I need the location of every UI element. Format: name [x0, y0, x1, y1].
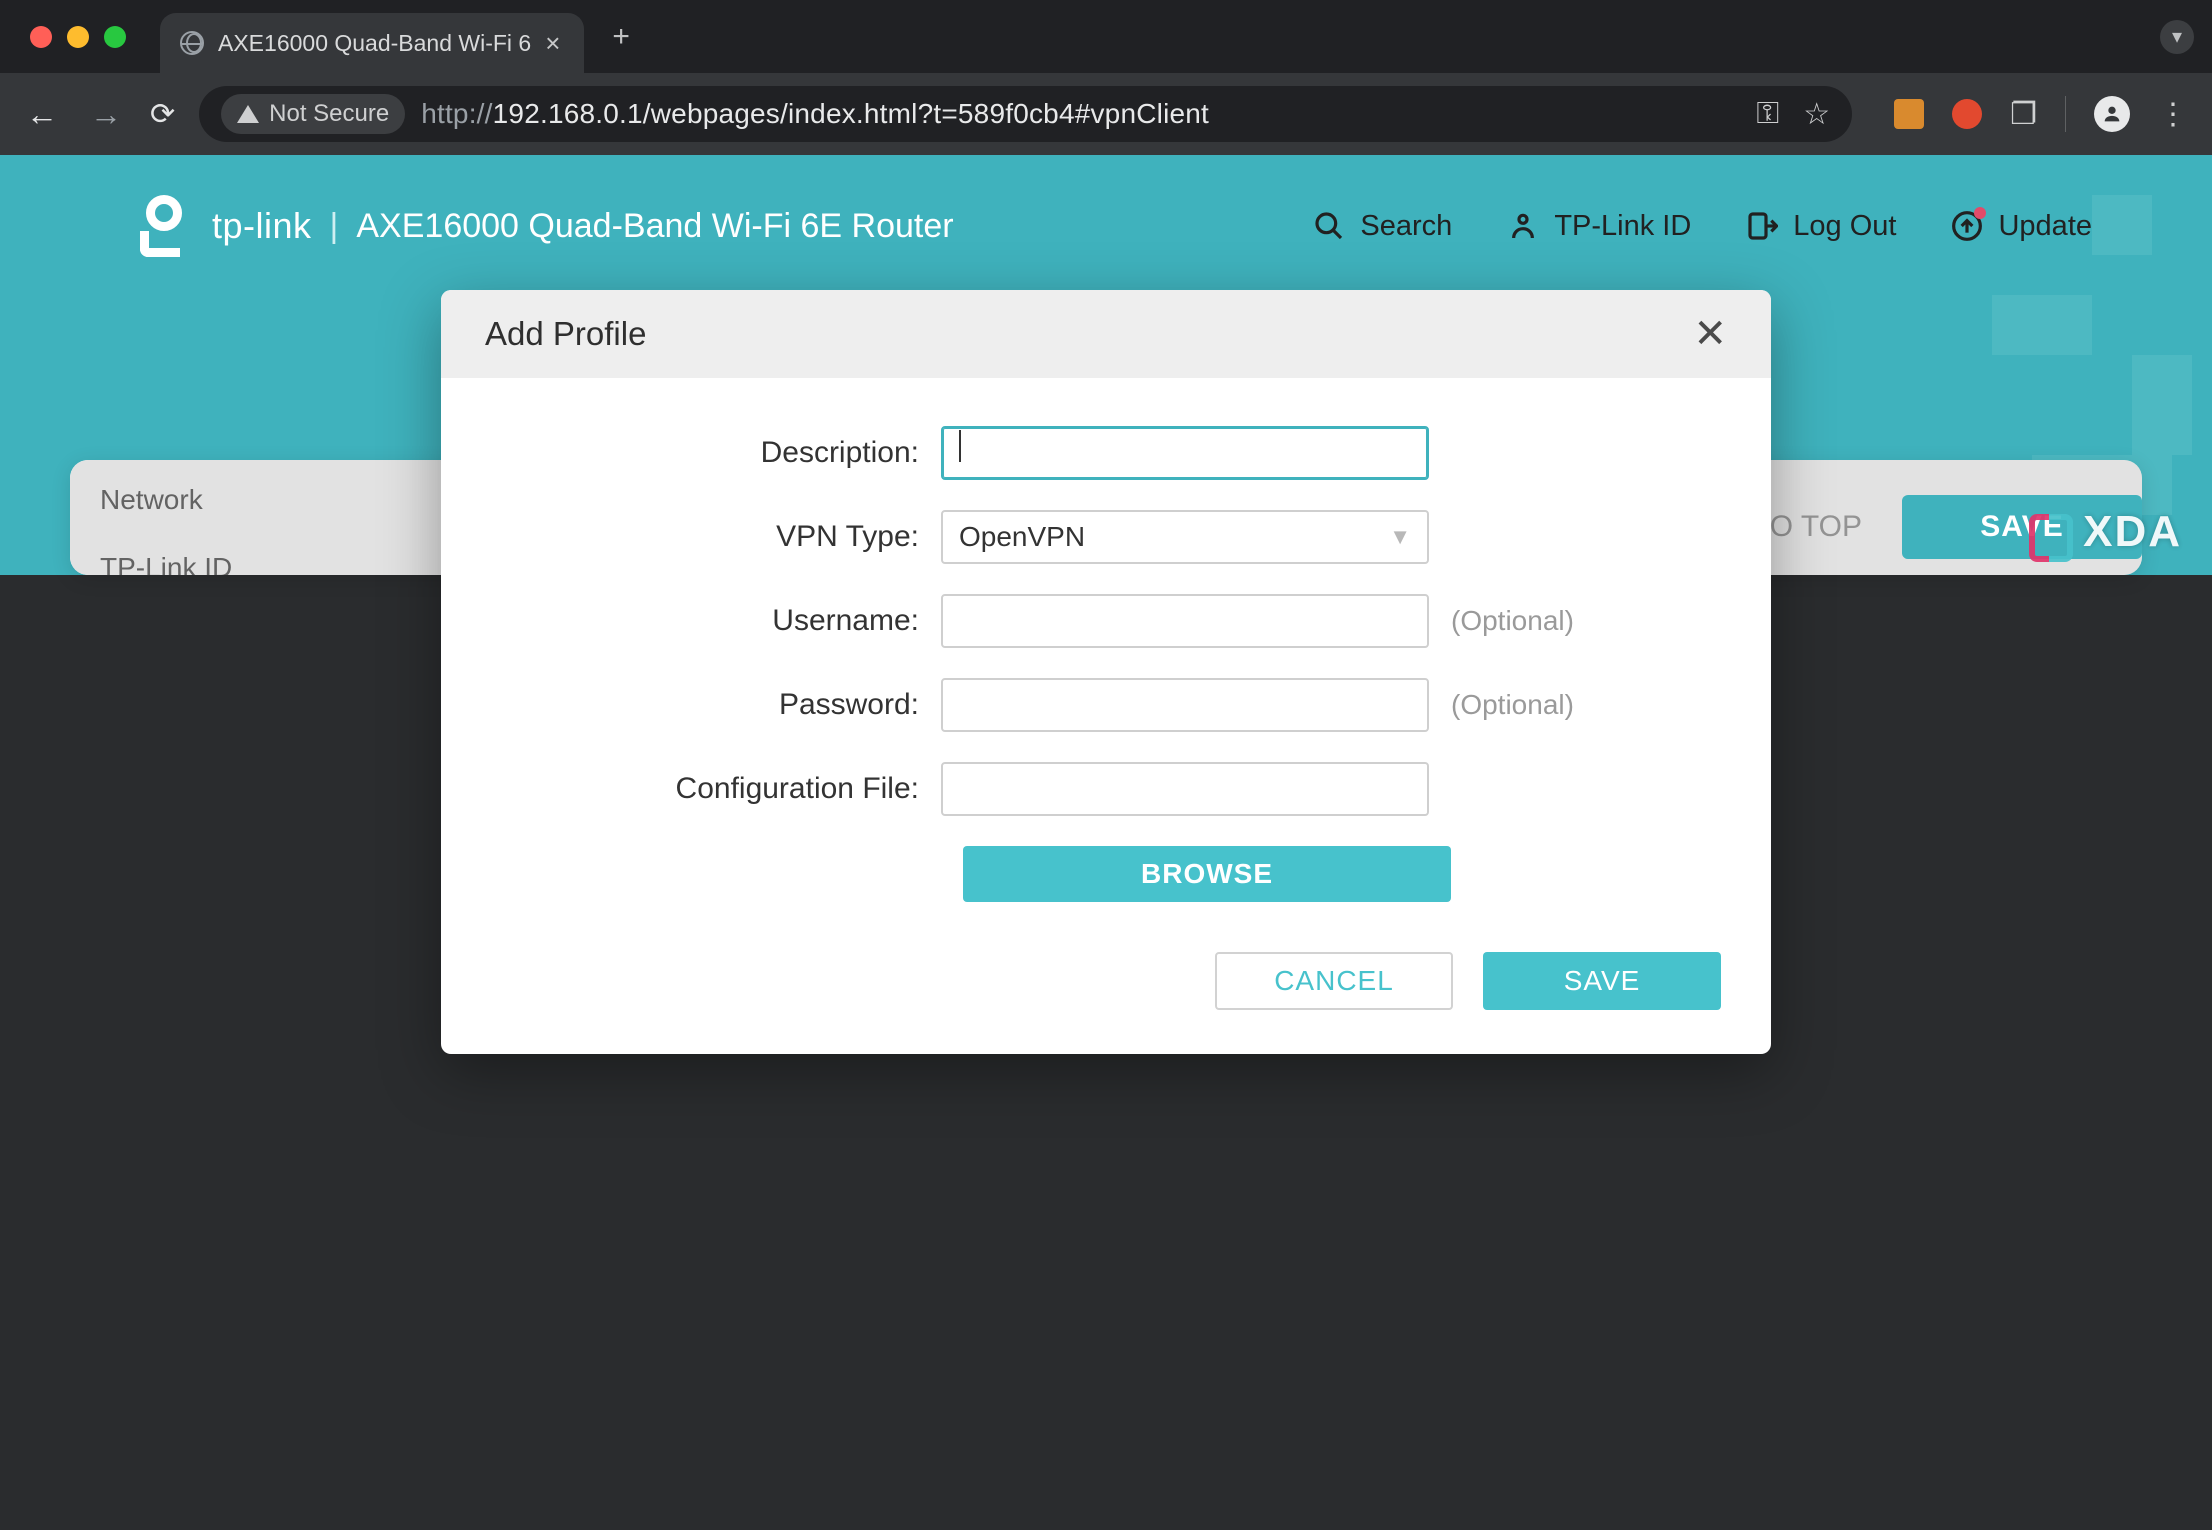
brand-name: tp-link	[212, 205, 312, 247]
username-label: Username:	[501, 604, 941, 638]
url-protocol: http://	[421, 98, 492, 129]
update-icon	[1950, 209, 1984, 243]
chevron-down-icon: ▼	[1389, 524, 1411, 550]
forward-button[interactable]: →	[86, 96, 126, 133]
product-name: AXE16000 Quad-Band Wi-Fi 6E Router	[356, 207, 953, 246]
brand-separator: |	[330, 207, 339, 246]
logout-icon	[1745, 209, 1779, 243]
bookmark-star-icon[interactable]: ☆	[1803, 97, 1830, 132]
description-label: Description:	[501, 436, 941, 470]
tabs-dropdown-icon[interactable]: ▾	[2160, 20, 2194, 54]
tab-close-icon[interactable]: ×	[545, 30, 560, 56]
security-chip[interactable]: Not Secure	[221, 94, 405, 134]
header-update[interactable]: Update	[1950, 209, 2092, 243]
password-hint: (Optional)	[1451, 689, 1574, 721]
header-tplink-id[interactable]: TP-Link ID	[1506, 209, 1691, 243]
toolbar-right: ❐ ⋮	[1894, 96, 2190, 132]
url-text: http://192.168.0.1/webpages/index.html?t…	[421, 98, 1209, 130]
header-search[interactable]: Search	[1312, 209, 1452, 243]
header-update-label: Update	[1998, 210, 2092, 243]
xda-logo-icon	[2029, 510, 2073, 554]
tab-strip: AXE16000 Quad-Band Wi-Fi 6 × + ▾	[0, 0, 2212, 73]
extension-2-icon[interactable]	[1952, 99, 1982, 129]
tplink-logo-icon	[140, 195, 192, 257]
not-secure-label: Not Secure	[269, 100, 389, 128]
url-path: 192.168.0.1/webpages/index.html?t=589f0c…	[493, 98, 1209, 129]
username-hint: (Optional)	[1451, 605, 1574, 637]
username-input[interactable]	[941, 594, 1429, 648]
vpn-type-label: VPN Type:	[501, 520, 941, 554]
password-label: Password:	[501, 688, 941, 722]
modal-body: Description: VPN Type: OpenVPN ▼ Usernam…	[441, 378, 1771, 922]
tab-title: AXE16000 Quad-Band Wi-Fi 6	[218, 30, 531, 57]
globe-icon	[180, 31, 204, 55]
reload-button[interactable]: ⟳	[150, 97, 175, 132]
browser-chrome: AXE16000 Quad-Band Wi-Fi 6 × + ▾ ← → ⟳ N…	[0, 0, 2212, 155]
browser-toolbar: ← → ⟳ Not Secure http://192.168.0.1/webp…	[0, 73, 2212, 155]
header-search-label: Search	[1360, 210, 1452, 243]
toolbar-divider	[2065, 96, 2066, 132]
cancel-button[interactable]: CANCEL	[1215, 952, 1453, 1010]
header-tplink-id-label: TP-Link ID	[1554, 210, 1691, 243]
xda-watermark: XDA	[2029, 507, 2182, 557]
search-icon	[1312, 209, 1346, 243]
modal-header: Add Profile ✕	[441, 290, 1771, 378]
new-tab-button[interactable]: +	[612, 20, 630, 54]
description-input[interactable]	[941, 426, 1429, 480]
extensions-icon[interactable]: ❐	[2010, 97, 2037, 132]
password-key-icon[interactable]: ⚿	[1756, 97, 1779, 131]
vpn-type-value: OpenVPN	[959, 521, 1085, 553]
browse-button[interactable]: BROWSE	[963, 846, 1451, 902]
extension-1-icon[interactable]	[1894, 99, 1924, 129]
page: tp-link | AXE16000 Quad-Band Wi-Fi 6E Ro…	[0, 155, 2212, 575]
address-bar[interactable]: Not Secure http://192.168.0.1/webpages/i…	[199, 86, 1852, 142]
window-fullscreen-icon[interactable]	[104, 26, 126, 48]
window-controls	[30, 26, 126, 48]
profile-avatar-icon[interactable]	[2094, 96, 2130, 132]
close-icon[interactable]: ✕	[1693, 311, 1727, 357]
window-close-icon[interactable]	[30, 26, 52, 48]
header-actions: Search TP-Link ID Log Out Update	[1312, 209, 2092, 243]
xda-text: XDA	[2083, 507, 2182, 557]
menu-icon[interactable]: ⋮	[2158, 97, 2190, 132]
browser-tab[interactable]: AXE16000 Quad-Band Wi-Fi 6 ×	[160, 13, 584, 73]
password-input[interactable]	[941, 678, 1429, 732]
header-logout[interactable]: Log Out	[1745, 209, 1896, 243]
modal-title: Add Profile	[485, 315, 646, 353]
user-icon	[1506, 209, 1540, 243]
modal-footer: CANCEL SAVE	[441, 922, 1771, 1054]
window-minimize-icon[interactable]	[67, 26, 89, 48]
header-logout-label: Log Out	[1793, 210, 1896, 243]
warning-icon	[237, 105, 259, 123]
add-profile-modal: Add Profile ✕ Description: VPN Type: Ope…	[441, 290, 1771, 1054]
back-button[interactable]: ←	[22, 96, 62, 133]
brand-logo[interactable]: tp-link	[140, 195, 312, 257]
update-badge-icon	[1974, 207, 1986, 219]
config-file-input[interactable]	[941, 762, 1429, 816]
vpn-type-select[interactable]: OpenVPN ▼	[941, 510, 1429, 564]
config-file-label: Configuration File:	[501, 772, 941, 806]
save-button[interactable]: SAVE	[1483, 952, 1721, 1010]
